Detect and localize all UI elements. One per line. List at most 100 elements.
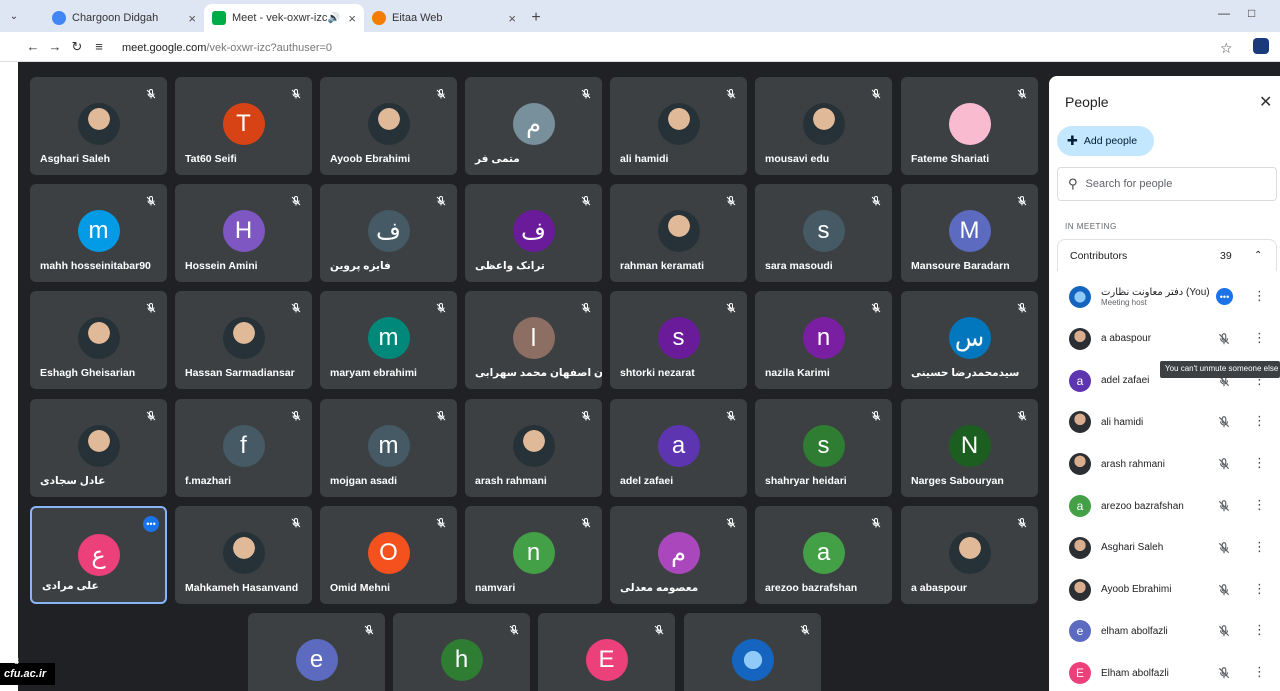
mic-off-icon[interactable] [1217,415,1231,429]
more-options-icon[interactable]: ••• [143,516,159,532]
participant-row[interactable]: E Elham abolfazli ⋮ [1069,658,1279,688]
more-vert-icon[interactable]: ⋮ [1253,455,1266,471]
participant-avatar: E [1069,662,1091,685]
participant-tile[interactable]: m maryam ebrahimi [320,291,457,389]
bookmark-star-icon[interactable]: ☆ [1220,40,1233,57]
url-field[interactable]: meet.google.com/vek-oxwr-izc?authuser=0 [122,42,332,54]
participant-tile[interactable]: m mahh hosseinitabar90 [30,184,167,282]
participant-tile[interactable]: a adel zafaei [610,399,747,497]
tab-meet[interactable]: Meet - vek-oxwr-izc 🔊 × [204,4,364,32]
mic-off-icon [145,409,157,421]
mic-off-icon [435,409,447,421]
participant-tile[interactable]: عادل سجادی [30,399,167,497]
participant-row[interactable]: a arezoo bazrafshan ⋮ [1069,491,1279,521]
participant-name: Tat60 Seifi [185,153,237,165]
more-vert-icon[interactable]: ⋮ [1253,622,1266,638]
participant-tile[interactable]: Mahkameh Hasanvand [175,506,312,604]
mic-off-icon[interactable] [1217,666,1231,680]
participant-tile[interactable]: ali hamidi [610,77,747,175]
close-tab-icon[interactable]: × [348,11,356,26]
participant-tile[interactable]: E [538,613,675,691]
site-info-icon[interactable]: ≡ [88,36,110,58]
close-panel-icon[interactable]: ✕ [1259,92,1272,112]
mic-off-icon[interactable] [1217,457,1231,471]
participant-tile[interactable]: m mojgan asadi [320,399,457,497]
search-people-input[interactable]: ⚲ Search for people [1057,167,1277,201]
participant-tile[interactable]: N Narges Sabouryan [901,399,1038,497]
chevron-up-icon[interactable]: ⌃ [1254,250,1262,261]
participant-tile[interactable]: a arezoo bazrafshan [755,506,892,604]
mic-off-icon[interactable] [1217,499,1231,513]
participant-tile[interactable]: a abaspour [901,506,1038,604]
tab-search-icon[interactable]: ⌄ [4,5,24,27]
more-vert-icon[interactable]: ⋮ [1253,664,1266,680]
forward-icon[interactable]: → [44,36,66,58]
participant-tile[interactable]: ف ترانک واعظی [465,184,602,282]
participant-tile[interactable]: Eshagh Gheisarian [30,291,167,389]
participant-tile[interactable]: n nazila Karimi [755,291,892,389]
participant-tile[interactable]: s sara masoudi [755,184,892,282]
more-vert-icon[interactable]: ⋮ [1253,288,1266,304]
back-icon[interactable]: ← [22,36,44,58]
more-vert-icon[interactable]: ⋮ [1253,539,1266,555]
more-vert-icon[interactable]: ⋮ [1253,497,1266,513]
participant-tile[interactable]: n namvari [465,506,602,604]
participant-tile[interactable]: س سیدمحمدرضا حسینی [901,291,1038,389]
participant-tile[interactable]: م متمی فر [465,77,602,175]
participant-tile[interactable]: arash rahmani [465,399,602,497]
more-vert-icon[interactable]: ⋮ [1253,330,1266,346]
participant-row[interactable]: arash rahmani ⋮ [1069,449,1279,479]
participant-tile[interactable]: H Hossein Amini [175,184,312,282]
participant-tile[interactable]: Hassan Sarmadiansar [175,291,312,389]
participant-tile[interactable] [684,613,821,691]
participant-tile[interactable]: م معصومه معدلی [610,506,747,604]
participant-tile[interactable]: O Omid Mehni [320,506,457,604]
avatar: س [948,317,991,359]
meet-favicon-icon [212,11,226,25]
speaker-icon[interactable]: 🔊 [328,13,340,24]
participant-tile[interactable]: Fateme Shariati [901,77,1038,175]
participant-row[interactable]: e elham abolfazli ⋮ [1069,616,1279,646]
tab-eitaa[interactable]: Eitaa Web × [364,4,524,32]
participant-tile[interactable]: f f.mazhari [175,399,312,497]
participant-tile[interactable]: Ayoob Ebrahimi [320,77,457,175]
mic-off-icon[interactable] [1217,541,1231,555]
avatar: M [948,210,991,252]
participant-name: Omid Mehni [330,582,391,594]
participant-tile[interactable]: M Mansoure Baradarn [901,184,1038,282]
mic-off-icon[interactable] [1217,583,1231,597]
more-vert-icon[interactable]: ⋮ [1253,413,1266,429]
host-controls-icon[interactable]: ••• [1216,288,1233,305]
participant-tile[interactable]: T Tat60 Seifi [175,77,312,175]
participant-row[interactable]: دفتر معاونت نظارت (You) Meeting host ••• ⋮ [1069,282,1279,312]
participant-tile[interactable]: ف فایزه پروین [320,184,457,282]
contributors-header[interactable]: Contributors 39 ⌃ [1057,239,1277,271]
profile-avatar[interactable] [1253,38,1269,54]
participant-tile[interactable]: mousavi edu [755,77,892,175]
restore-icon[interactable]: □ [1248,6,1255,20]
participant-tile[interactable]: e [248,613,385,691]
minimize-icon[interactable]: — [1218,6,1230,20]
close-tab-icon[interactable]: × [508,11,516,26]
participant-row[interactable]: Asghari Saleh ⋮ [1069,533,1279,563]
participant-name: Hassan Sarmadiansar [185,367,295,379]
mic-off-icon[interactable] [1217,332,1231,346]
tab-chargoon[interactable]: Chargoon Didgah × [44,4,204,32]
mic-off-icon [290,301,302,313]
participant-row[interactable]: ali hamidi ⋮ [1069,407,1279,437]
mic-off-icon[interactable] [1217,624,1231,638]
new-tab-button[interactable]: + [524,4,548,32]
participant-row[interactable]: a abaspour ⋮ [1069,324,1279,354]
participant-tile[interactable]: rahman keramati [610,184,747,282]
participant-tile[interactable]: h [393,613,530,691]
participant-tile[interactable]: ع ••• علی مرادی [30,506,167,604]
participant-tile[interactable]: ا استان اصفهان محمد سهرابی [465,291,602,389]
reload-icon[interactable]: ↻ [66,36,88,58]
participant-row[interactable]: Ayoob Ebrahimi ⋮ [1069,575,1279,605]
more-vert-icon[interactable]: ⋮ [1253,581,1266,597]
close-tab-icon[interactable]: × [188,11,196,26]
participant-tile[interactable]: Asghari Saleh [30,77,167,175]
add-people-button[interactable]: ✚ Add people [1057,126,1154,156]
participant-tile[interactable]: s shtorki nezarat [610,291,747,389]
participant-tile[interactable]: s shahryar heidari [755,399,892,497]
